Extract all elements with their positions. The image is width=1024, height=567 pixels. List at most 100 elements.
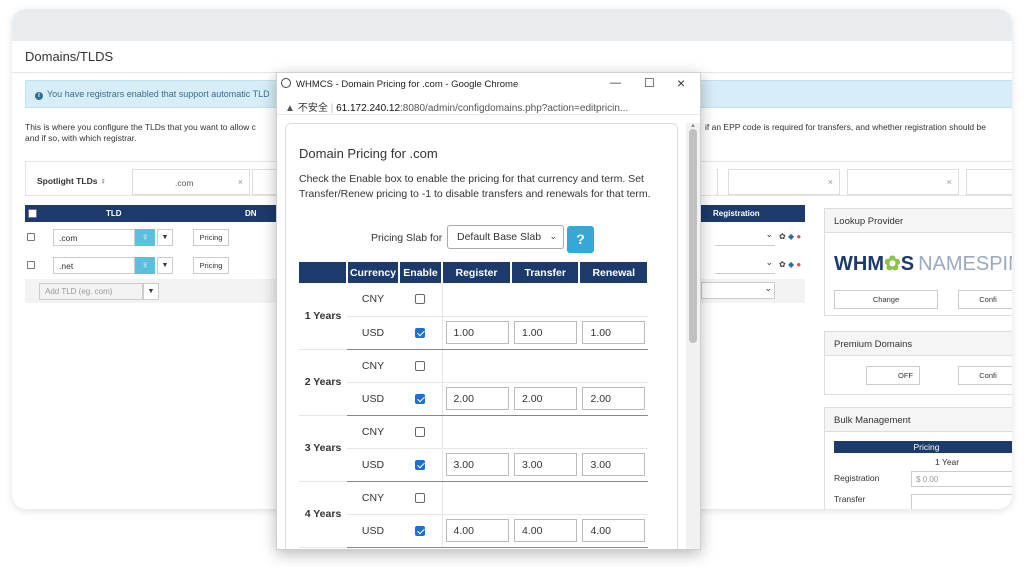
row-checkbox[interactable] — [27, 261, 35, 269]
close-icon[interactable]: × — [677, 75, 685, 91]
table-row: USD 2.00 2.00 2.00 — [299, 382, 648, 416]
enable-cell — [399, 448, 442, 482]
pricing-slab-select[interactable]: Default Base Slab ⌄ — [447, 225, 564, 249]
transfer-input[interactable]: 1.00 — [514, 321, 577, 344]
enable-cell — [399, 415, 442, 449]
renewal-header: Renewal — [579, 262, 649, 283]
scrollbar-thumb[interactable] — [689, 129, 697, 343]
chevron-down-icon: ⌄ — [549, 231, 557, 241]
renewal-input[interactable]: 1.00 — [582, 321, 646, 344]
enable-cell — [399, 283, 442, 317]
register-input[interactable]: 3.00 — [445, 453, 509, 476]
enable-cell — [399, 349, 442, 383]
renewal-input[interactable]: 2.00 — [582, 387, 646, 410]
lookup-provider-panel: Lookup Provider WHM✿SNAMESPIN Change Con… — [824, 208, 1012, 316]
change-button[interactable]: Change — [834, 290, 938, 309]
enable-cell — [399, 316, 442, 350]
enable-checkbox[interactable] — [415, 360, 426, 371]
help-button[interactable]: ? — [567, 226, 594, 253]
add-tld-input[interactable]: Add TLD (eg. com) — [39, 283, 143, 300]
enable-cell — [399, 481, 442, 515]
clear-icon[interactable]: × — [238, 177, 243, 187]
url-path: :8080/admin/configdomains.php?action=edi… — [400, 103, 629, 114]
chevron-down-icon[interactable]: ▼ — [157, 257, 173, 274]
address-bar[interactable]: ▲ 不安全 | 61.172.240.12:8080/admin/configdo… — [277, 95, 700, 115]
term-label: 1 Years — [299, 283, 347, 350]
description-right: if an EPP code is required for transfers… — [705, 122, 986, 132]
transfer-input[interactable]: 4.00 — [514, 519, 577, 542]
spotlight-slot-1[interactable]: .com × — [132, 169, 250, 195]
transfer-input[interactable]: 2.00 — [514, 387, 577, 410]
enable-checkbox[interactable] — [415, 294, 426, 305]
enable-checkbox[interactable] — [415, 426, 426, 437]
tld-input[interactable]: .com — [53, 229, 135, 246]
warning-icon: ▲ — [285, 103, 295, 114]
chevron-down-icon[interactable]: ▼ — [157, 229, 173, 246]
description-left: This is where you configure the TLDs tha… — [25, 122, 256, 132]
select-all-checkbox[interactable] — [28, 209, 37, 218]
spotlight-slot-4[interactable]: × — [847, 169, 959, 195]
row-action-icons[interactable]: ✿ ◆ ● — [779, 260, 801, 269]
spotlight-value: .com — [175, 178, 194, 188]
description-left-2: and if so, with which registrar. — [25, 133, 137, 143]
years-header — [299, 262, 348, 283]
tld-header: TLD — [106, 209, 122, 218]
bulk-pricing-header: Pricing — [834, 441, 1012, 453]
row-action-icons[interactable]: ✿ ◆ ● — [779, 232, 801, 241]
clear-icon[interactable]: × — [947, 177, 952, 187]
scrollbar[interactable]: ▲ — [686, 123, 700, 549]
spotlight-slot-5[interactable] — [966, 169, 1012, 195]
clear-icon[interactable]: × — [828, 177, 833, 187]
renewal-input[interactable]: 4.00 — [582, 519, 646, 542]
minimize-icon[interactable]: — — [610, 77, 621, 89]
currency-header: Currency — [347, 262, 400, 283]
info-icon: i — [35, 92, 43, 100]
transfer-input[interactable]: 3.00 — [514, 453, 577, 476]
table-row: 4 Years CNY — [299, 481, 648, 548]
table-row: 2 Years CNY — [299, 349, 648, 416]
gear-icon: ✿ — [779, 232, 786, 241]
bulk-management-panel: Bulk Management Pricing 1 Year Registrat… — [824, 407, 1012, 509]
admin-top-bar — [12, 9, 1012, 41]
term-label: 3 Years — [299, 415, 347, 482]
currency-usd: USD — [347, 448, 399, 482]
enable-checkbox[interactable] — [415, 492, 426, 503]
table-row: USD 3.00 3.00 3.00 — [299, 448, 648, 482]
lightbulb-icon[interactable]: ♀ — [135, 257, 155, 274]
register-input[interactable]: 4.00 — [445, 519, 509, 542]
registrar-select[interactable]: ⌄ — [715, 229, 775, 246]
pricing-button[interactable]: Pricing — [193, 229, 229, 246]
pricing-button[interactable]: Pricing — [193, 257, 229, 274]
enable-checkbox[interactable] — [415, 327, 426, 338]
spotlight-slot-2-end — [716, 169, 718, 195]
register-input[interactable]: 2.00 — [445, 387, 509, 410]
currency-usd: USD — [347, 514, 399, 548]
renewal-input[interactable]: 3.00 — [582, 453, 646, 476]
configure-button[interactable]: Confi — [958, 366, 1012, 385]
premium-toggle[interactable]: OFF — [866, 366, 920, 385]
pricing-table: Currency Enable Register Transfer Renewa… — [299, 262, 649, 548]
window-title: WHMCS - Domain Pricing for .com - Google… — [296, 79, 519, 90]
enable-checkbox[interactable] — [415, 459, 426, 470]
spotlight-slot-3[interactable]: × — [728, 169, 840, 195]
chevron-down-icon[interactable]: ▼ — [143, 283, 159, 300]
enable-cell — [399, 382, 442, 416]
pricing-slab-label: Pricing Slab for — [371, 232, 443, 244]
currency-cny: CNY — [347, 349, 399, 383]
registrar-select[interactable]: ⌄ — [715, 257, 775, 274]
lightbulb-icon[interactable]: ♀ — [135, 229, 155, 246]
maximize-icon[interactable]: ☐ — [644, 76, 655, 90]
bulk-transfer-input[interactable] — [911, 494, 1012, 509]
configure-button[interactable]: Confi — [958, 290, 1012, 309]
enable-cell — [399, 514, 442, 548]
row-checkbox[interactable] — [27, 233, 35, 241]
bulk-registration-input[interactable]: $ 0.00 — [911, 471, 1012, 487]
tld-input[interactable]: .net — [53, 257, 135, 274]
registrar-select[interactable]: ⌄ — [701, 282, 775, 299]
enable-checkbox[interactable] — [415, 393, 426, 404]
bulk-title: Bulk Management — [825, 408, 1012, 432]
register-input[interactable]: 1.00 — [445, 321, 509, 344]
delete-icon: ● — [796, 260, 802, 269]
enable-checkbox[interactable] — [415, 525, 426, 536]
lookup-title: Lookup Provider — [825, 209, 1012, 233]
